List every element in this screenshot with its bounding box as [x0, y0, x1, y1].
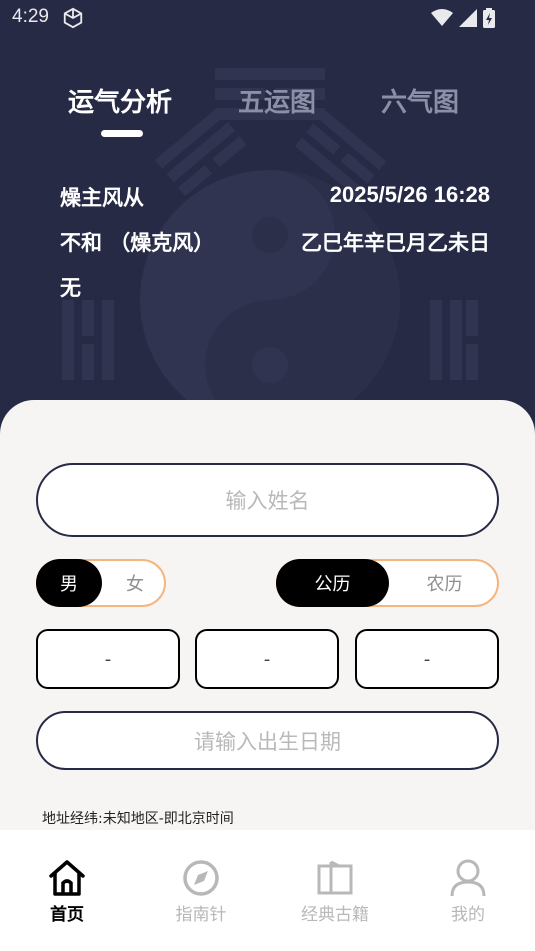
- tab-yunqi-analysis[interactable]: 运气分析: [68, 82, 172, 119]
- day-select[interactable]: -: [355, 629, 499, 689]
- nav-home-label: 首页: [50, 905, 84, 925]
- calendar-solar-option[interactable]: 公历: [276, 559, 389, 607]
- status-bar: 4:29: [0, 0, 535, 36]
- year-select[interactable]: -: [36, 629, 180, 689]
- birth-date-placeholder: 请输入出生日期: [194, 729, 341, 754]
- nav-mine-label: 我的: [451, 905, 485, 925]
- tab-liuqi-chart[interactable]: 六气图: [381, 82, 459, 119]
- address-text: 地址经纬:未知地区-即北京时间: [42, 811, 234, 827]
- status-icons: [431, 8, 495, 28]
- month-select[interactable]: -: [195, 629, 339, 689]
- nav-compass[interactable]: 指南针: [151, 858, 251, 925]
- nav-home[interactable]: 首页: [17, 858, 117, 925]
- analysis-tabs: 运气分析 五运图 六气图: [0, 82, 535, 142]
- nav-classics[interactable]: 经典古籍: [285, 858, 385, 925]
- calendar-lunar-option[interactable]: 农历: [388, 559, 501, 607]
- nav-mine[interactable]: 我的: [418, 858, 518, 925]
- home-icon: [49, 860, 85, 896]
- name-input[interactable]: 输入姓名: [36, 463, 499, 537]
- compass-icon: [183, 860, 219, 896]
- header-panel: 4:29 运气分析 五运图 六气图 燥主风从 不和 （燥克风） 无 2025/5…: [0, 0, 535, 440]
- tab-wuyun-chart[interactable]: 五运图: [238, 82, 316, 119]
- name-placeholder: 输入姓名: [225, 489, 310, 513]
- gender-toggle: 男 女: [36, 559, 166, 607]
- gender-female-option[interactable]: 女: [102, 559, 168, 607]
- qi-harmony-text: 不和 （燥克风）: [60, 231, 215, 255]
- nav-classics-label: 经典古籍: [301, 905, 369, 925]
- nav-compass-label: 指南针: [175, 905, 227, 925]
- signal-icon: [459, 9, 477, 27]
- ganzhi-date: 乙巳年辛巳月乙未日: [301, 231, 490, 255]
- qi-extra-text: 无: [60, 276, 81, 300]
- cube-icon: [63, 7, 83, 29]
- current-datetime: 2025/5/26 16:28: [329, 182, 490, 207]
- active-tab-indicator: [101, 130, 143, 137]
- qi-relation-text: 燥主风从: [60, 186, 144, 210]
- book-icon: [317, 860, 353, 895]
- battery-icon: [483, 8, 495, 28]
- status-time: 4:29: [12, 6, 49, 27]
- gender-male-option[interactable]: 男: [36, 559, 102, 607]
- birth-date-input[interactable]: 请输入出生日期: [36, 711, 499, 770]
- bottom-nav: 首页 指南针 经典古籍 我的: [0, 830, 535, 951]
- wifi-icon: [431, 9, 453, 26]
- user-icon: [450, 859, 486, 897]
- calendar-toggle: 公历 农历: [276, 559, 499, 607]
